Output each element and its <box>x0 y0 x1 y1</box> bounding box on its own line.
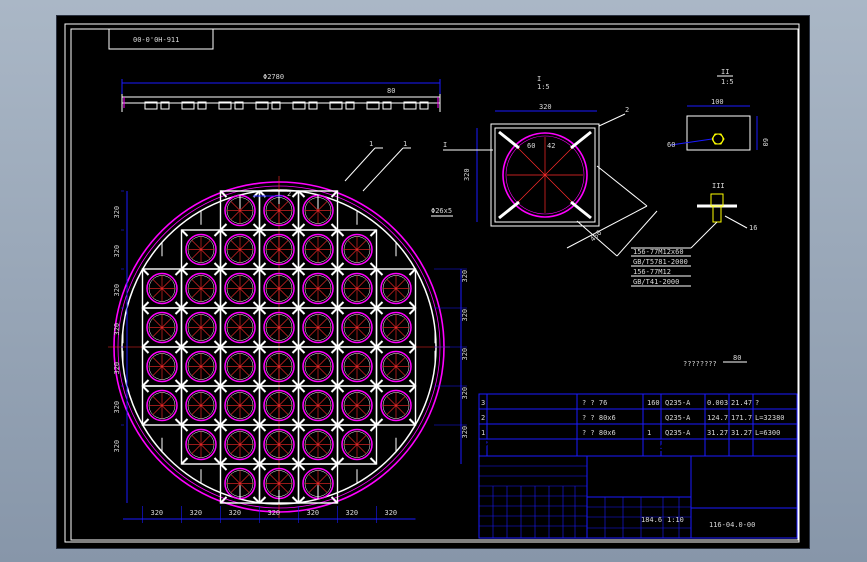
bottom-dimension: 320 <box>307 509 320 517</box>
left-dimension: 320 <box>113 401 121 414</box>
bom-header-cell: ?? <box>707 436 726 455</box>
detail-II-label: II <box>721 68 729 76</box>
detail-I-dim-a: 60 <box>527 142 535 150</box>
pipe-callout: Φ26x5 <box>431 207 452 215</box>
bolt-note-2: GB/T5781-2000 <box>633 258 688 266</box>
side-pitch-label: 80 <box>387 87 395 95</box>
company-cell-3: ? <box>774 490 779 500</box>
bom-cell: 0.003 <box>707 399 728 407</box>
tb-drawing-no: 116-04.0-00 <box>709 521 755 529</box>
bom-cell: Q235-A <box>665 399 691 407</box>
bottom-dimension: 320 <box>229 509 242 517</box>
detail-II-height: 60 <box>761 138 769 146</box>
left-dimension: 320 <box>113 206 121 219</box>
bom-table: 3 ? ? 76 160 Q235-A 0.003 21.47 ? 2 ? ? 80x6 Q235… <box>478 393 798 457</box>
right-dimension: 320 <box>461 309 469 322</box>
bolt-note-3: 156-77M12 <box>633 268 671 276</box>
bom-header-cell: ?? <box>755 436 774 455</box>
drawing-number-top: 00-0'0H-911 <box>133 36 179 44</box>
detail-III-view: III 16 156-77M12x60 GB/T5781-2000 156-77… <box>631 182 757 287</box>
cad-drawing-canvas[interactable]: 00-0'0H-911 Φ2780 80 3203203203203203203… <box>57 16 809 548</box>
left-dimension: 320 <box>113 284 121 297</box>
detail-I-view: I 1:5 320 320 460 I 2 60 42 <box>443 75 658 257</box>
bom-header-cell: ?? <box>731 436 750 455</box>
detail-I-leader2: 2 <box>625 106 629 114</box>
company-cell-2: ? <box>754 490 759 500</box>
tb-weight: 184.6 <box>641 516 662 524</box>
note-line: ???????? <box>683 360 717 368</box>
tb-scale: 1:10 <box>667 516 684 524</box>
top-elevation-view: Φ2780 80 <box>121 73 441 112</box>
detail-I-scale: 1:5 <box>537 83 550 91</box>
left-dimension: 320 <box>113 362 121 375</box>
right-dimension: 320 <box>461 426 469 439</box>
detail-I-leader: I <box>443 141 447 149</box>
bom-cell: ? ? 76 <box>582 399 607 407</box>
title-block: ? ? ? ? ? ? 184.6 1:10 116-04.0-00 <box>478 455 798 539</box>
bottom-dimension: 320 <box>190 509 203 517</box>
title-cell-1: ? <box>620 475 625 485</box>
left-dimension: 320 <box>113 323 121 336</box>
main-plate-view: 320 320 320 320 320 320 320 320 320 320 320 320 320 3… <box>108 176 469 523</box>
detail-I-height: 320 <box>463 168 471 181</box>
bom-cell: 2 <box>481 414 485 422</box>
detail-II-view: II 1:5 100 60 60 <box>667 68 769 151</box>
title-cell-3: ? <box>654 475 659 485</box>
bom-cell: L=32380 <box>755 414 785 422</box>
note-scale: 80 <box>733 354 741 362</box>
detail-III-label: III <box>712 182 725 190</box>
bottom-dimension: 320 <box>268 509 281 517</box>
bom-cell: 171.7 <box>731 414 752 422</box>
bom-cell: ? ? 80x6 <box>582 414 616 422</box>
bom-header-cell: ?? <box>481 436 500 455</box>
detail-II-width: 100 <box>711 98 724 106</box>
left-dimension: 320 <box>113 440 121 453</box>
cad-viewport[interactable]: 00-0'0H-911 Φ2780 80 320 320 320 320 320 320 3… <box>56 15 810 549</box>
bom-cell: 3 <box>481 399 485 407</box>
balloon-1a: 1 <box>369 140 373 148</box>
left-dimension: 320 <box>113 245 121 258</box>
title-cell-2: ? <box>637 475 642 485</box>
bom-header-cell: ?? <box>665 436 684 455</box>
bottom-dimension: 320 <box>385 509 398 517</box>
bottom-dimension: 320 <box>151 509 164 517</box>
bom-cell: 21.47 <box>731 399 752 407</box>
detail-I-dim-b: 42 <box>547 142 555 150</box>
bom-header-cell: ?? <box>582 436 601 455</box>
detail-I-width: 320 <box>539 103 552 111</box>
bom-cell: Q235-A <box>665 414 691 422</box>
bom-cell: ? <box>755 399 759 407</box>
detail-I-diag: 460 <box>589 229 604 244</box>
detail-I-label: I <box>537 75 541 83</box>
bom-header-cell: ?? <box>647 436 666 455</box>
bolt-note-4: GB/T41-2000 <box>633 278 679 286</box>
bottom-dimension: 320 <box>346 509 359 517</box>
balloon-1b: 1 <box>403 140 407 148</box>
detail-III-note: 16 <box>749 224 757 232</box>
bom-cell: 160 <box>647 399 660 407</box>
detail-II-left: 60 <box>667 141 675 149</box>
company-cell-1: ? <box>734 490 739 500</box>
right-dimension: 320 <box>461 348 469 361</box>
bolt-note-1: 156-77M12x60 <box>633 248 684 256</box>
bom-cell: 124.7 <box>707 414 728 422</box>
outer-diameter-label: Φ2780 <box>263 73 284 81</box>
right-dimension: 320 <box>461 270 469 283</box>
right-dimension: 320 <box>461 387 469 400</box>
balloon-2: 2 <box>287 190 291 198</box>
detail-II-scale: 1:5 <box>721 78 734 86</box>
